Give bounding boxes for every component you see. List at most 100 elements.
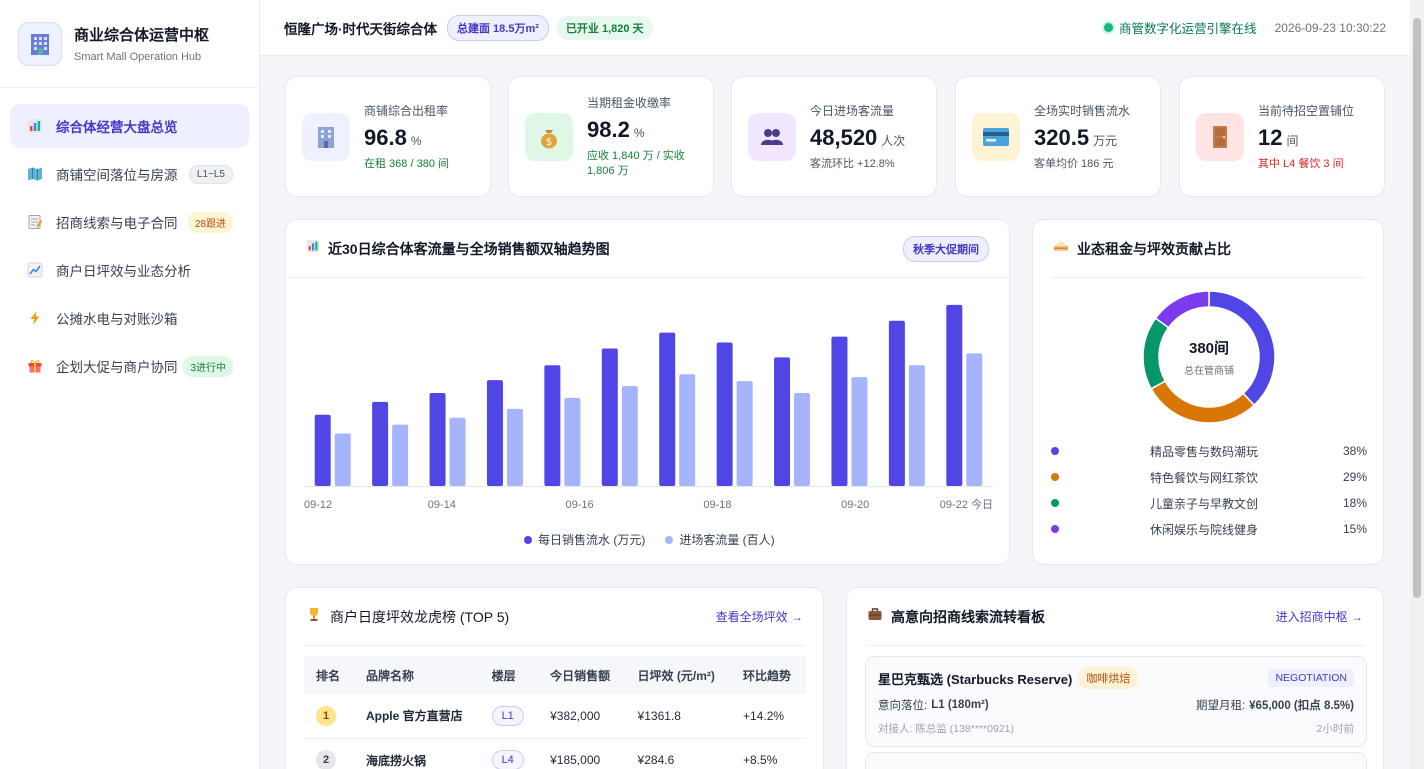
- lead-title-row: 星巴克甄选 (Starbucks Reserve) 咖啡烘焙 NEGOTIATI…: [878, 667, 1354, 689]
- sales-bar[interactable]: [946, 304, 963, 486]
- footfall-bar[interactable]: [334, 433, 351, 486]
- sidebar-item-label: 商铺空间落位与房源: [56, 168, 178, 183]
- sales-bar[interactable]: [544, 365, 561, 486]
- svg-text:$: $: [546, 137, 552, 148]
- col-rank: 排名: [304, 656, 354, 694]
- sales-bar[interactable]: [659, 332, 676, 486]
- footfall-bar[interactable]: [794, 392, 811, 486]
- sidebar-item-leads[interactable]: 招商线索与电子合同 28跟进: [10, 200, 249, 244]
- x-tick-label: 09-12: [304, 499, 332, 511]
- table-row[interactable]: 1 Apple 官方直营店 L1 ¥382,000 ¥1361.8 +14.2%: [304, 694, 806, 739]
- kpi-value: 48,520 人次: [810, 125, 905, 151]
- kpi-vacancy-card: 当前待招空置铺位 12 间 其中 L4 餐饮 3 间: [1179, 76, 1385, 197]
- leads-title: 高意向招商线索流转看板: [891, 608, 1045, 625]
- legend-swatch: [524, 535, 532, 544]
- lead-card[interactable]: 星巴克甄选 (Starbucks Reserve) 咖啡烘焙 NEGOTIATI…: [865, 656, 1367, 747]
- sales-bar[interactable]: [774, 357, 791, 486]
- footfall-bar[interactable]: [506, 408, 523, 486]
- scrollbar-thumb[interactable]: [1413, 18, 1421, 598]
- sidebar-item-label: 综合体经营大盘总览: [56, 120, 178, 135]
- page-scrollbar[interactable]: [1410, 0, 1424, 769]
- table-row[interactable]: 2 海底捞火锅 L4 ¥185,000 ¥284.6 +8.5%: [304, 738, 806, 769]
- sales-bar[interactable]: [716, 342, 733, 486]
- sales-bar[interactable]: [372, 401, 389, 486]
- credit-card-icon: [972, 112, 1020, 161]
- sidebar-item-overview[interactable]: 综合体经营大盘总览: [10, 104, 249, 148]
- x-tick-label: 09-22 今日: [940, 497, 993, 511]
- legend-percent: 15%: [1342, 522, 1367, 536]
- efficiency-value: ¥1361.8: [625, 694, 731, 739]
- kpi-value: 12 间: [1258, 125, 1354, 151]
- kpi-value: 98.2%: [587, 117, 707, 143]
- legend-swatch: [1051, 525, 1059, 533]
- sales-bar[interactable]: [888, 320, 905, 486]
- donut-legend-row[interactable]: 休闲娱乐与院线健身 15%: [1051, 516, 1367, 542]
- sales-bar[interactable]: [831, 336, 848, 486]
- x-tick-label: 09-16: [566, 499, 594, 511]
- category-share-panel: 业态租金与坪效贡献占比 380间 总在管商铺 精品零售与数码潮玩 38% 特色餐饮与…: [1032, 219, 1384, 565]
- sidebar-item-space[interactable]: 商铺空间落位与房源 L1~L5: [10, 152, 249, 196]
- panel-header: 高意向招商线索流转看板 进入招商中枢 →: [865, 588, 1365, 646]
- lead-card[interactable]: [865, 752, 1367, 769]
- legend-sales: 每日销售流水 (万元): [538, 533, 646, 547]
- footfall-bar[interactable]: [679, 374, 696, 486]
- lead-rent-label: 期望月租:: [1195, 700, 1246, 712]
- door-icon: [1196, 112, 1244, 161]
- trend-legend: 每日销售流水 (万元) 进场客流量 (百人): [524, 531, 775, 548]
- kpi-unit: %: [410, 133, 422, 148]
- sidebar-item-efficiency[interactable]: 商户日坪效与业态分析: [10, 248, 249, 292]
- footfall-bar[interactable]: [449, 417, 466, 486]
- col-sales: 今日销售额: [538, 656, 626, 694]
- legend-footfall: 进场客流量 (百人): [679, 533, 775, 547]
- footfall-bar[interactable]: [392, 424, 409, 486]
- donut-center-value: 380间: [1188, 340, 1230, 357]
- gift-icon: [26, 357, 44, 375]
- current-datetime: 2026-09-23 10:30:22: [1274, 20, 1386, 35]
- kpi-unit: 间: [1286, 133, 1299, 148]
- sales-bar[interactable]: [486, 380, 503, 486]
- enter-leasing-hub-link[interactable]: 进入招商中枢 →: [1276, 608, 1363, 625]
- panel-header: 业态租金与坪效贡献占比: [1051, 220, 1365, 278]
- lead-time: 2小时前: [1316, 723, 1354, 735]
- kpi-label: 商铺综合出租率: [364, 103, 449, 118]
- building-logo-icon: [18, 21, 62, 66]
- donut-legend-row[interactable]: 儿童亲子与早教文创 18%: [1051, 490, 1367, 516]
- sales-bar[interactable]: [601, 348, 618, 486]
- sidebar-item-utilities[interactable]: 公摊水电与对账沙箱: [10, 296, 249, 340]
- nav-badge: 28跟进: [187, 211, 233, 233]
- brand-name: 海底捞火锅: [353, 738, 480, 769]
- money-bag-icon: $: [525, 112, 573, 161]
- col-efficiency: 日坪效 (元/m²): [625, 656, 731, 694]
- top-header: 恒隆广场·时代天街综合体 总建面 18.5万m² 已开业 1,820 天 商管数…: [260, 0, 1410, 56]
- trend-value: +14.2%: [731, 694, 806, 739]
- footfall-bar[interactable]: [908, 365, 925, 486]
- trophy-icon: [306, 606, 322, 627]
- donut-legend-row[interactable]: 特色餐饮与网红茶饮 29%: [1051, 464, 1367, 490]
- donut-legend-row[interactable]: 精品零售与数码潮玩 38%: [1051, 438, 1367, 464]
- panel-header: 近30日综合体客流量与全场销售额双轴趋势图 秋季大促期间: [286, 220, 1009, 278]
- sales-bar[interactable]: [429, 392, 446, 486]
- lead-status-badge: NEGOTIATION: [1268, 669, 1354, 687]
- sidebar-item-promotions[interactable]: 企划大促与商户协同 3进行中: [10, 344, 249, 388]
- kpi-footfall-card: 今日进场客流量 48,520 人次 客流环比 +12.8%: [731, 76, 937, 197]
- trend-chart-icon: [26, 261, 44, 279]
- kpi-label: 当前待招空置铺位: [1258, 103, 1355, 118]
- lead-meta-row: 意向落位: L1 (180m²) 期望月租: ¥65,000 (扣点 8.5%): [878, 697, 1354, 713]
- footfall-bar[interactable]: [851, 377, 868, 486]
- view-all-efficiency-link[interactable]: 查看全场坪效 →: [716, 608, 803, 625]
- footfall-bar[interactable]: [564, 397, 581, 486]
- kpi-value: 320.5 万元: [1034, 125, 1130, 151]
- donut-slice[interactable]: [1150, 380, 1256, 424]
- lead-foot-row: 对接人: 陈总监 (138****0921) 2小时前: [878, 721, 1354, 736]
- kpi-unit: 人次: [881, 133, 906, 148]
- col-brand: 品牌名称: [353, 656, 480, 694]
- sales-bar[interactable]: [314, 414, 331, 486]
- legend-percent: 38%: [1342, 444, 1367, 458]
- footfall-bar[interactable]: [736, 381, 753, 486]
- x-tick-label: 09-18: [703, 499, 731, 511]
- trend-chart-title: 近30日综合体客流量与全场销售额双轴趋势图: [328, 240, 610, 257]
- kpi-sales-card: 全场实时销售流水 320.5 万元 客单均价 186 元: [955, 76, 1161, 197]
- donut-slice[interactable]: [1154, 290, 1210, 329]
- footfall-bar[interactable]: [621, 386, 638, 486]
- footfall-bar[interactable]: [966, 353, 983, 486]
